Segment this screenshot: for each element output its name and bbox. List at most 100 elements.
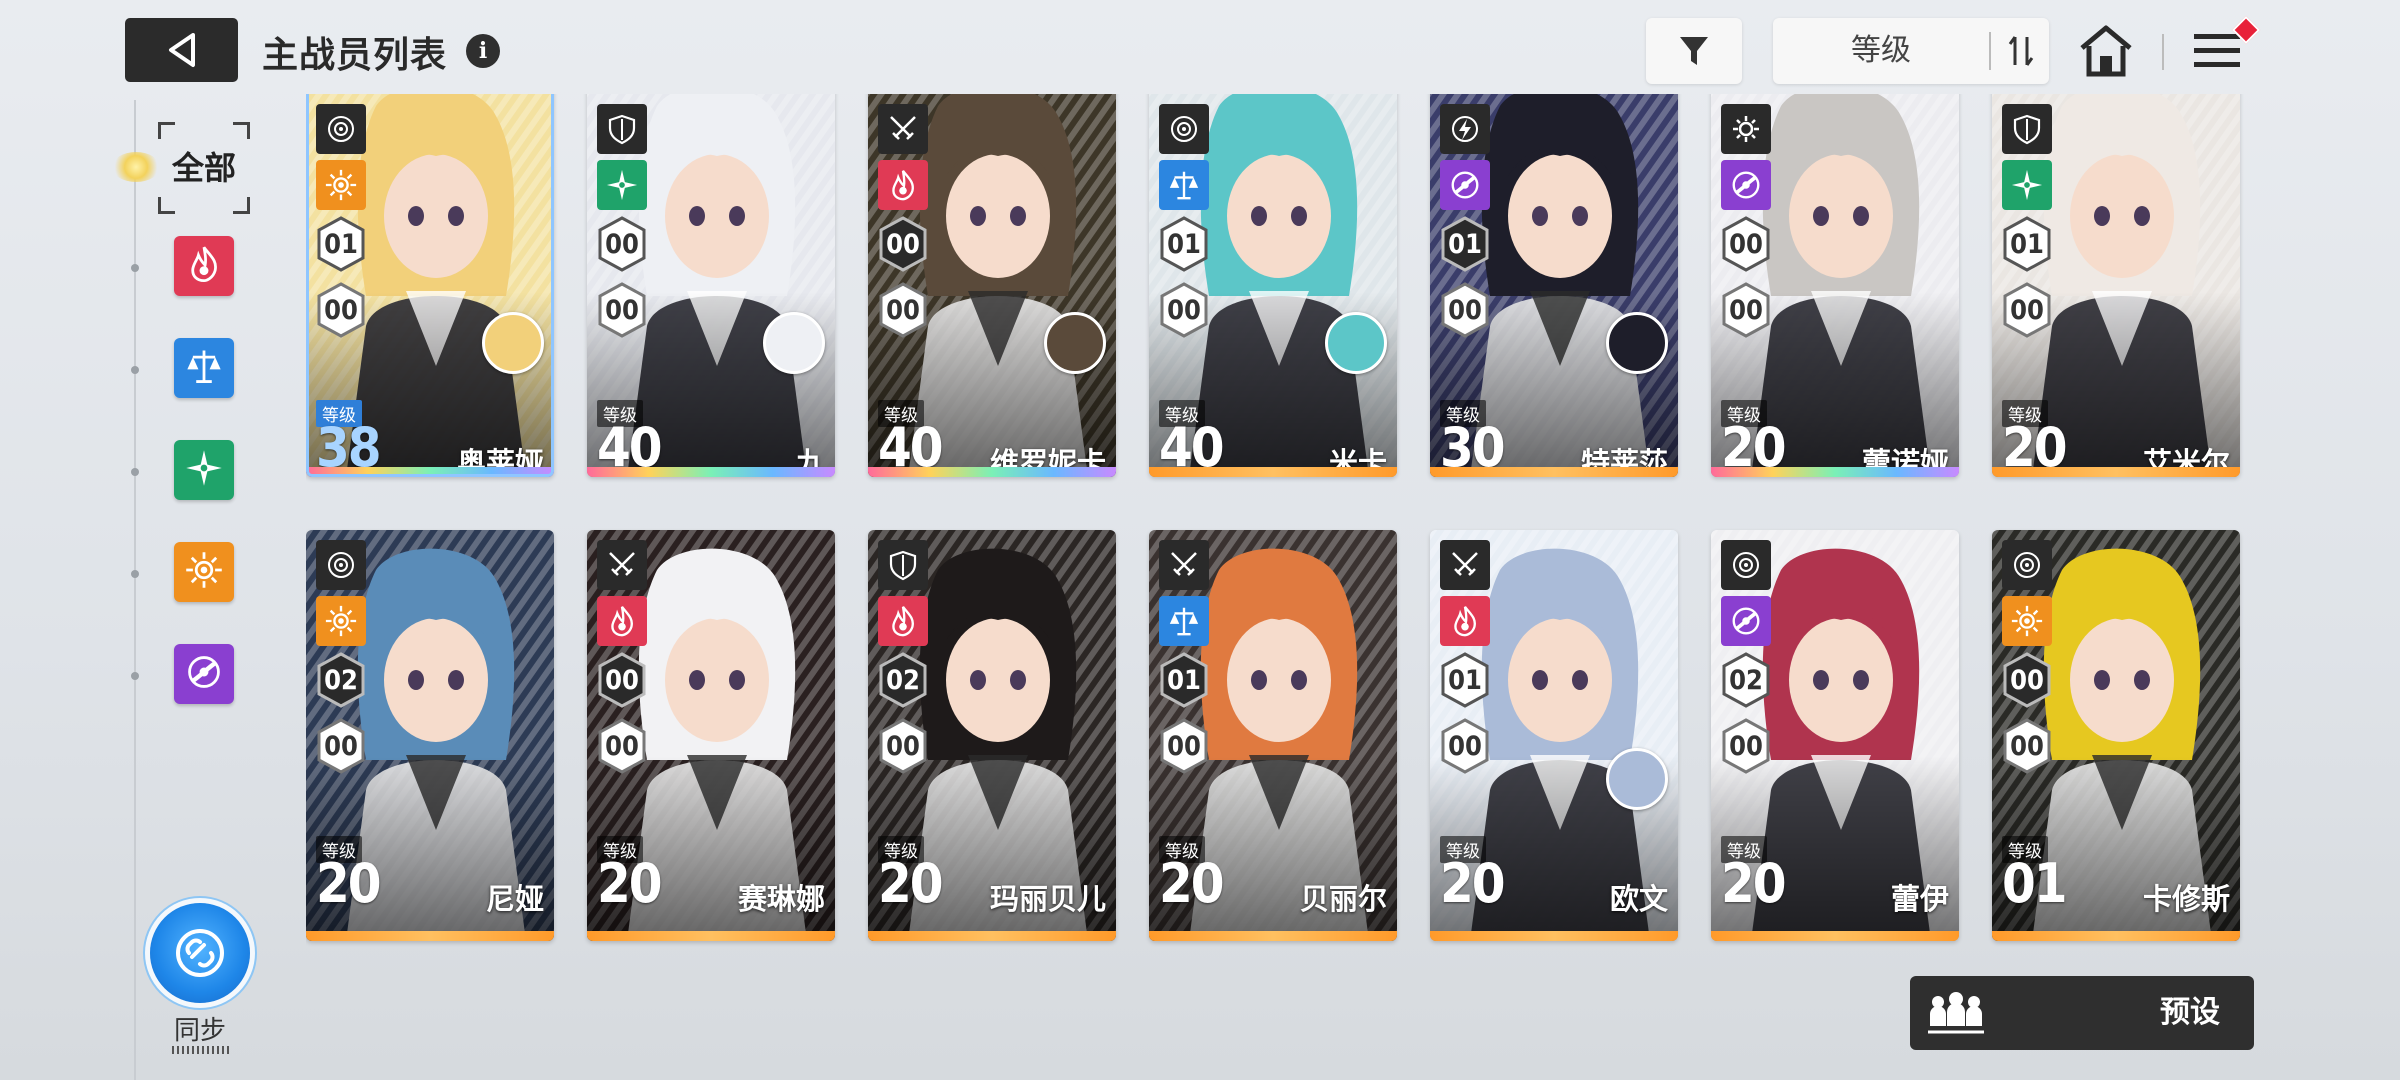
team-icon bbox=[1928, 992, 1984, 1034]
character-name: 卡修斯 bbox=[2142, 884, 2230, 916]
character-card[interactable]: 00 00 等级 40 九 bbox=[587, 94, 835, 477]
level-value: 20 bbox=[316, 852, 382, 915]
filter-fire[interactable] bbox=[174, 236, 234, 296]
character-card[interactable]: 01 00 等级 40 米卡 bbox=[1149, 94, 1397, 477]
rank-hexagon: 00 bbox=[597, 652, 647, 708]
rank-value: 02 bbox=[1729, 664, 1763, 696]
core-hexagon: 00 bbox=[878, 718, 928, 774]
preset-button[interactable]: 预设 bbox=[1910, 976, 2254, 1050]
rarity-bar bbox=[1430, 931, 1678, 941]
level-value: 20 bbox=[1440, 852, 1506, 915]
fire-element-icon bbox=[597, 596, 647, 646]
rarity-bar bbox=[1149, 467, 1397, 477]
character-name: 尼娅 bbox=[485, 884, 544, 916]
rank-value: 01 bbox=[1448, 228, 1482, 260]
core-hexagon: 00 bbox=[1440, 282, 1490, 338]
character-card[interactable]: 01 00 等级 38 奥莱娅 bbox=[306, 94, 554, 477]
level-value: 01 bbox=[2002, 852, 2068, 915]
filter-button[interactable] bbox=[1646, 18, 1742, 84]
character-name: 玛丽贝儿 bbox=[989, 884, 1106, 916]
core-hexagon: 00 bbox=[1721, 282, 1771, 338]
selected-frame bbox=[306, 94, 554, 477]
void-element-icon bbox=[1440, 160, 1490, 210]
rail-dot bbox=[131, 366, 139, 374]
core-hexagon: 00 bbox=[597, 718, 647, 774]
selected-glow bbox=[112, 152, 160, 182]
filter-void[interactable] bbox=[174, 644, 234, 704]
level-value: 20 bbox=[597, 852, 663, 915]
character-card[interactable]: 02 00 等级 20 蕾伊 bbox=[1711, 530, 1959, 941]
rank-value: 02 bbox=[886, 664, 920, 696]
rank-hexagon: 01 bbox=[2002, 216, 2052, 272]
core-hexagon: 00 bbox=[316, 718, 366, 774]
avatar bbox=[1044, 312, 1106, 374]
rail-dot bbox=[131, 672, 139, 680]
rarity-bar bbox=[1711, 467, 1959, 477]
avatar bbox=[763, 312, 825, 374]
rail-dot bbox=[131, 468, 139, 476]
weapon-class-icon bbox=[1721, 540, 1771, 590]
sync-button[interactable] bbox=[150, 903, 250, 1003]
sort-dropdown[interactable]: 等级 bbox=[1773, 18, 2049, 84]
core-value: 00 bbox=[2010, 730, 2044, 762]
rank-value: 00 bbox=[1729, 228, 1763, 260]
core-value: 00 bbox=[1167, 730, 1201, 762]
rank-hexagon: 01 bbox=[1440, 216, 1490, 272]
fire-element-icon bbox=[1440, 596, 1490, 646]
balance-element-icon bbox=[1159, 160, 1209, 210]
fire-element-icon bbox=[878, 596, 928, 646]
character-card[interactable]: 00 00 等级 20 赛琳娜 bbox=[587, 530, 835, 941]
character-card[interactable]: 00 00 等级 20 蕾诺娅 bbox=[1711, 94, 1959, 477]
rarity-bar bbox=[868, 931, 1116, 941]
home-icon bbox=[2080, 25, 2132, 77]
rarity-bar bbox=[587, 931, 835, 941]
core-value: 00 bbox=[605, 730, 639, 762]
core-value: 00 bbox=[886, 294, 920, 326]
avatar bbox=[1606, 312, 1668, 374]
filter-all-label: 全部 bbox=[171, 150, 236, 186]
weapon-class-icon bbox=[878, 104, 928, 154]
void-element-icon bbox=[184, 652, 224, 697]
core-hexagon: 00 bbox=[1159, 718, 1209, 774]
character-card[interactable]: 00 00 等级 01 卡修斯 bbox=[1992, 530, 2240, 941]
character-card[interactable]: 01 00 等级 20 艾米尔 bbox=[1992, 94, 2240, 477]
rank-hexagon: 02 bbox=[316, 652, 366, 708]
filter-funnel-icon bbox=[1680, 37, 1708, 65]
rank-hexagon: 00 bbox=[597, 216, 647, 272]
filter-balance[interactable] bbox=[174, 338, 234, 398]
weapon-class-icon bbox=[1159, 104, 1209, 154]
core-value: 00 bbox=[1448, 730, 1482, 762]
rail-dot bbox=[131, 570, 139, 578]
rank-value: 00 bbox=[605, 228, 639, 260]
rank-hexagon: 01 bbox=[1159, 652, 1209, 708]
rank-hexagon: 02 bbox=[1721, 652, 1771, 708]
sort-toggle-button[interactable] bbox=[1993, 18, 2049, 84]
character-card[interactable]: 01 00 等级 30 特莱莎 bbox=[1430, 94, 1678, 477]
home-button[interactable] bbox=[2076, 20, 2136, 82]
weapon-class-icon bbox=[878, 540, 928, 590]
info-icon[interactable]: i bbox=[466, 34, 500, 68]
balance-element-icon bbox=[184, 346, 224, 391]
rank-value: 01 bbox=[1448, 664, 1482, 696]
filter-wind[interactable] bbox=[174, 440, 234, 500]
weapon-class-icon bbox=[1440, 104, 1490, 154]
core-hexagon: 00 bbox=[2002, 718, 2052, 774]
core-value: 00 bbox=[1729, 730, 1763, 762]
character-card[interactable]: 01 00 等级 20 贝丽尔 bbox=[1149, 530, 1397, 941]
filter-light[interactable] bbox=[174, 542, 234, 602]
weapon-class-icon bbox=[1721, 104, 1771, 154]
rarity-bar bbox=[1711, 931, 1959, 941]
character-name: 欧文 bbox=[1609, 884, 1668, 916]
rarity-bar bbox=[868, 467, 1116, 477]
character-card[interactable]: 02 00 等级 20 尼娅 bbox=[306, 530, 554, 941]
back-button[interactable] bbox=[125, 18, 238, 82]
character-card[interactable]: 00 00 等级 40 维罗妮卡 bbox=[868, 94, 1116, 477]
weapon-class-icon bbox=[597, 104, 647, 154]
character-card[interactable]: 01 00 等级 20 欧文 bbox=[1430, 530, 1678, 941]
level-value: 20 bbox=[1721, 852, 1787, 915]
rail-dot bbox=[131, 264, 139, 272]
filter-all[interactable]: 全部 bbox=[158, 122, 250, 214]
character-name: 贝丽尔 bbox=[1299, 884, 1387, 916]
character-card[interactable]: 02 00 等级 20 玛丽贝儿 bbox=[868, 530, 1116, 941]
avatar bbox=[1325, 312, 1387, 374]
